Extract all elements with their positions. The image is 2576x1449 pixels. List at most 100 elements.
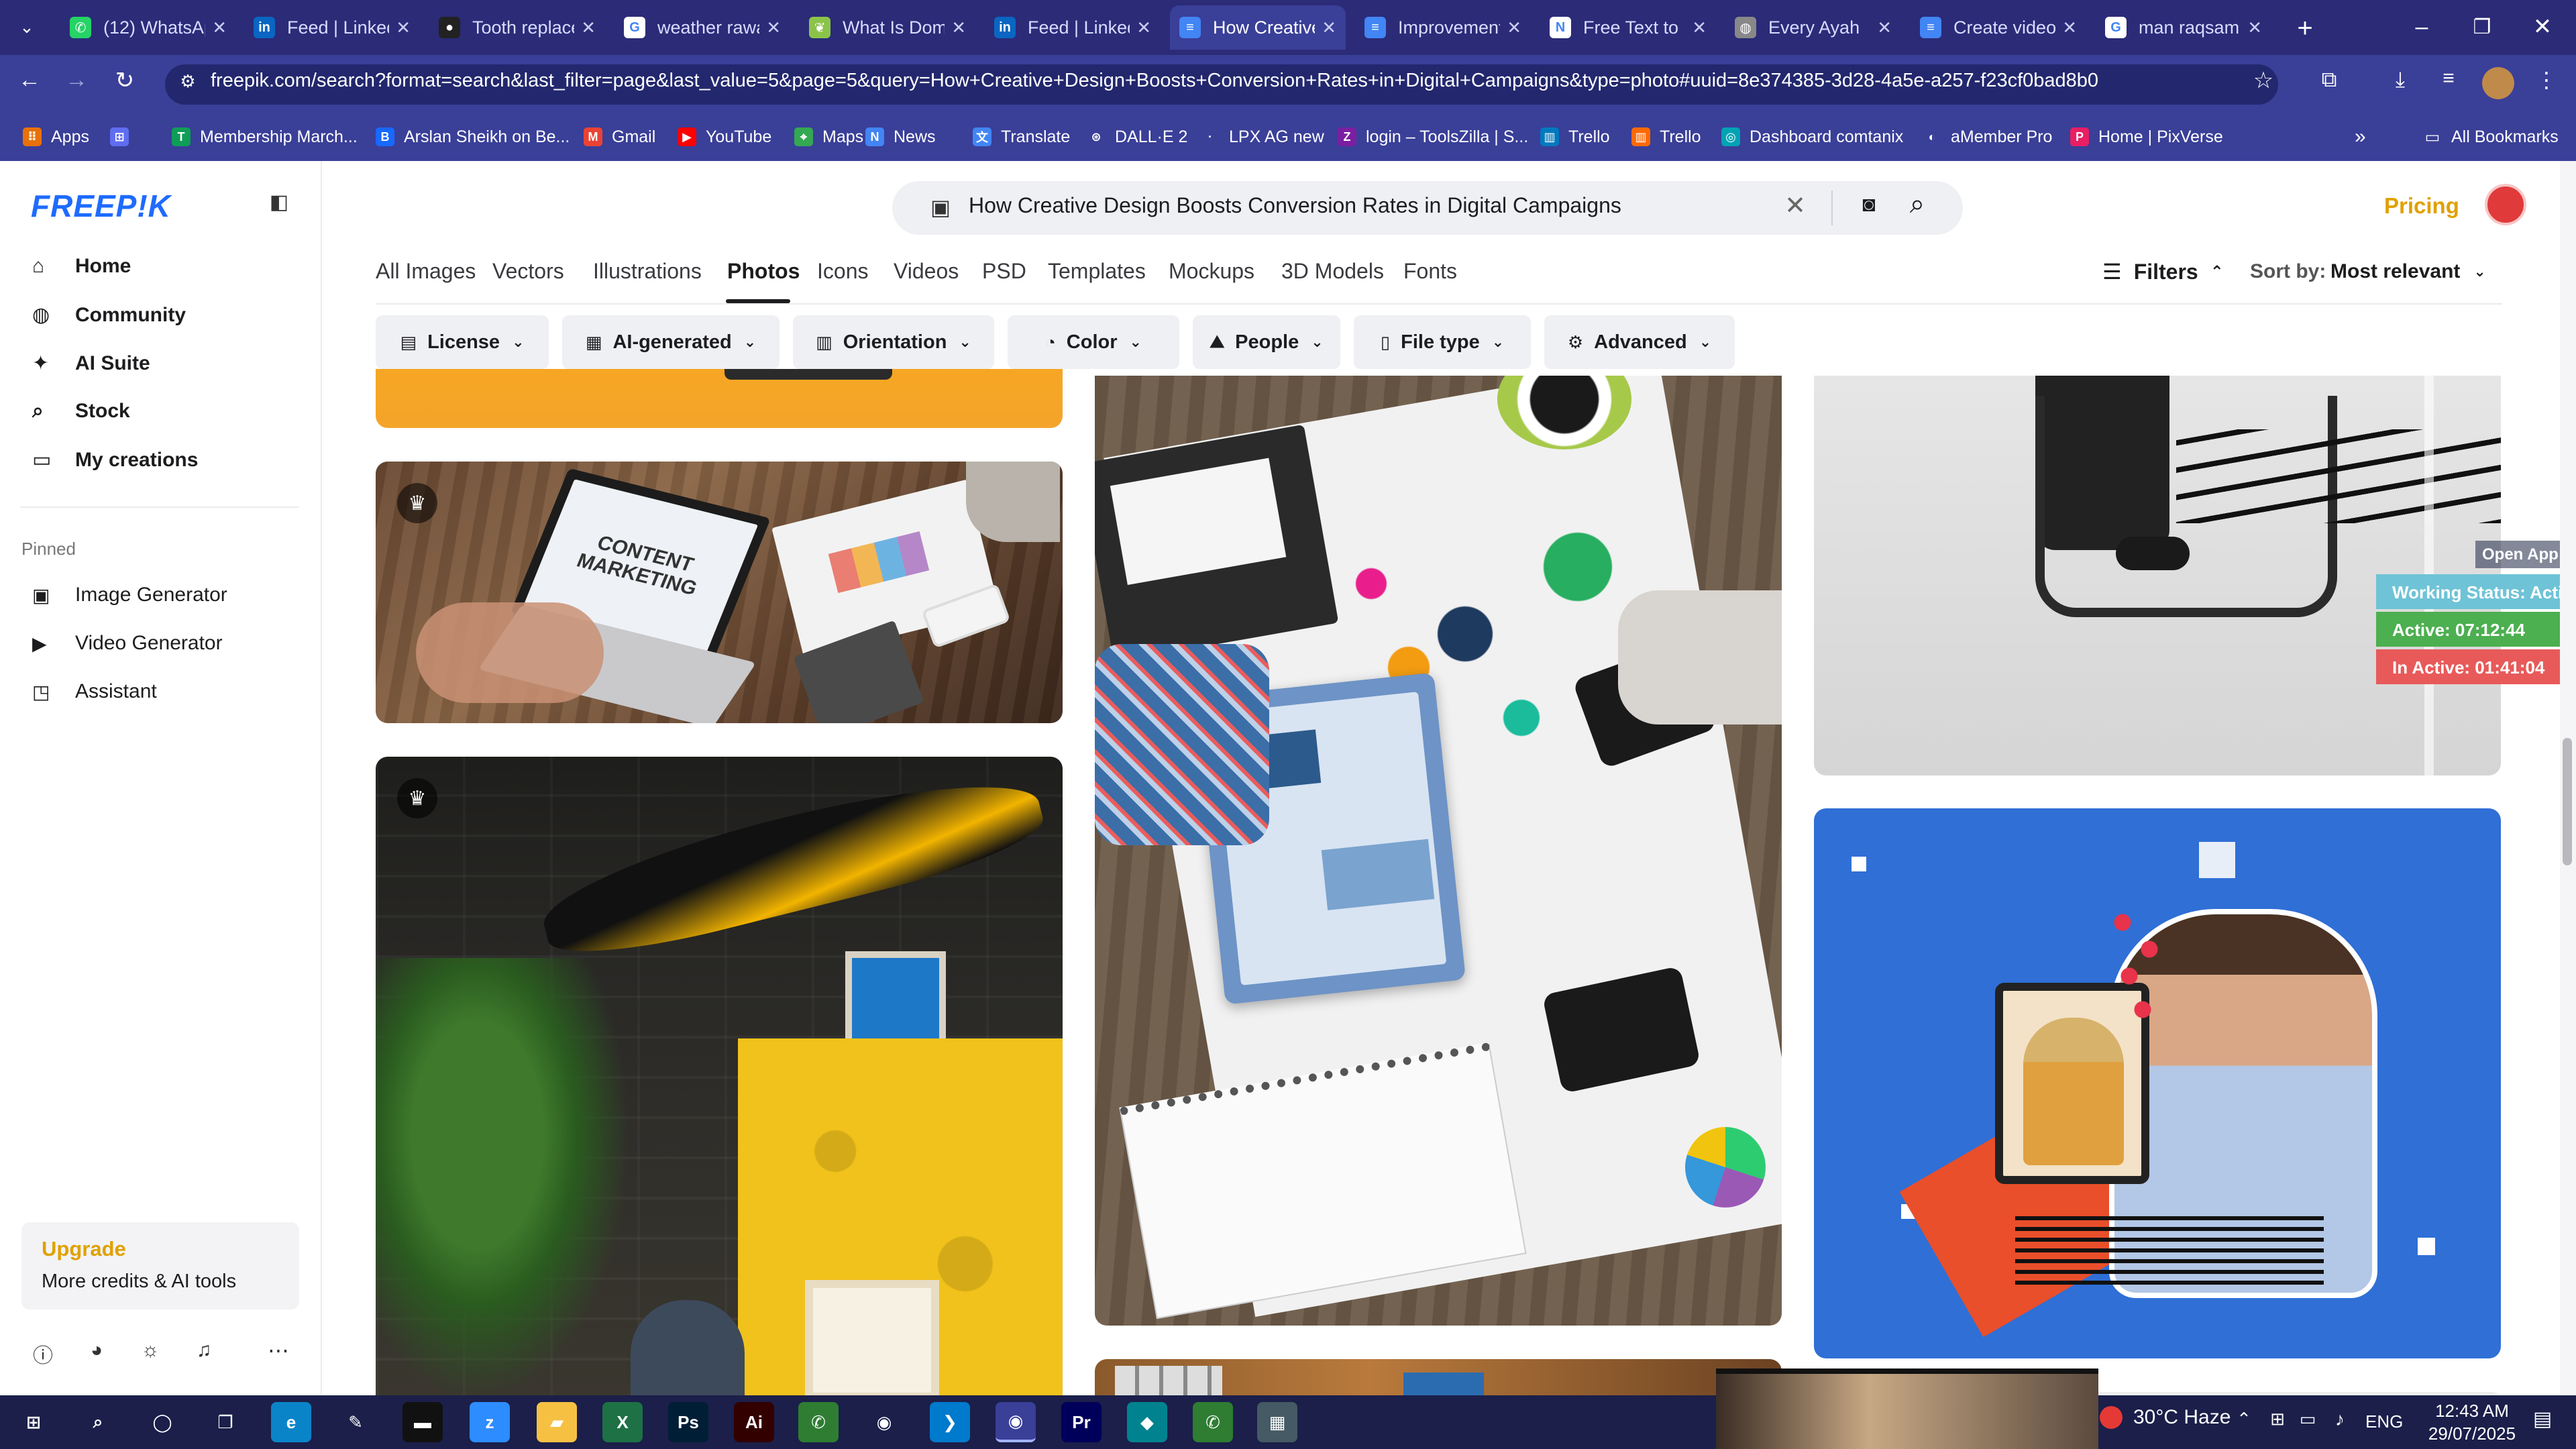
all-bookmarks-button[interactable]: ▭ All Bookmarks — [2423, 121, 2559, 153]
profile-avatar[interactable] — [2482, 67, 2514, 99]
bookmarks-overflow-icon[interactable]: » — [2355, 121, 2366, 153]
back-icon[interactable]: ← — [15, 67, 44, 93]
more-options-icon[interactable]: ⋯ — [263, 1338, 294, 1363]
zoom-icon[interactable]: z — [470, 1402, 510, 1442]
filter-orientation[interactable]: ▥ Orientation ⌄ — [793, 315, 994, 369]
bookmark-item[interactable]: ⌖ Maps — [794, 121, 863, 153]
bookmark-item[interactable]: T Membership March... — [172, 121, 358, 153]
edge-icon[interactable]: e — [271, 1402, 311, 1442]
discord-icon[interactable]: ◕ — [83, 1339, 110, 1362]
filter-license[interactable]: ▤ License ⌄ — [376, 315, 549, 369]
filter-ai-generated[interactable]: ▦ AI-generated ⌄ — [562, 315, 780, 369]
taskbar-media-thumbnail[interactable] — [1716, 1368, 2098, 1449]
bookmark-item[interactable]: ▶ YouTube — [678, 121, 771, 153]
image-card-content-marketing[interactable]: CONTENT MARKETING ♛ — [376, 462, 1063, 723]
language-indicator[interactable]: ENG — [2365, 1411, 2403, 1432]
network-icon[interactable]: ▭ — [2294, 1409, 2321, 1430]
browser-tab[interactable]: ● Tooth replacement ✕ — [429, 5, 605, 50]
sort-select[interactable]: Most relevant ⌄ — [2330, 260, 2486, 283]
bookmark-item[interactable]: · LPX AG new — [1201, 121, 1324, 153]
bookmark-item[interactable]: N News — [865, 121, 936, 153]
pinned-item-video-generator[interactable]: ▶ Video Generator — [32, 632, 223, 655]
type-tab-icons[interactable]: Icons — [817, 259, 868, 284]
image-card-blue-collage[interactable] — [1814, 808, 2501, 1358]
close-tab-icon[interactable]: ✕ — [951, 17, 966, 38]
sidebar-item-ai-suite[interactable]: ✦ AI Suite — [32, 352, 150, 375]
image-card-yellow-cabinet[interactable]: ♛ — [376, 757, 1063, 1401]
type-tab-mockups[interactable]: Mockups — [1169, 259, 1254, 284]
freepik-logo[interactable]: FREEP!K — [31, 188, 171, 224]
sidebar-item-stock[interactable]: ⌕ Stock — [32, 400, 130, 423]
illustrator-icon[interactable]: Ai — [734, 1402, 774, 1442]
bookmark-item[interactable]: B Arslan Sheikh on Be... — [376, 121, 570, 153]
filter-file-type[interactable]: ▯ File type ⌄ — [1354, 315, 1531, 369]
close-tab-icon[interactable]: ✕ — [1136, 17, 1151, 38]
bookmark-item[interactable]: ⊞ — [110, 121, 138, 153]
close-tab-icon[interactable]: ✕ — [1877, 17, 1892, 38]
premiere-icon[interactable]: Pr — [1061, 1402, 1102, 1442]
browser-tab[interactable]: ✆ (12) WhatsApp ✕ — [60, 5, 236, 50]
close-tab-icon[interactable]: ✕ — [2247, 17, 2262, 38]
close-tab-icon[interactable]: ✕ — [1507, 17, 1521, 38]
new-tab-button[interactable]: + — [2286, 9, 2324, 47]
image-card-calculator[interactable] — [1095, 1359, 1782, 1401]
diamond-app-icon[interactable]: ◆ — [1127, 1402, 1167, 1442]
site-info-icon[interactable]: ⚙ — [176, 71, 200, 92]
bookmark-item[interactable]: ▥ Trello — [1540, 121, 1610, 153]
bookmark-item[interactable]: P Home | PixVerse — [2070, 121, 2223, 153]
excel-icon[interactable]: X — [602, 1402, 643, 1442]
chrome-icon[interactable]: ◉ — [864, 1402, 904, 1442]
type-tab-3d-models[interactable]: 3D Models — [1281, 259, 1384, 284]
pinned-item-image-generator[interactable]: ▣ Image Generator — [32, 584, 227, 606]
start-icon[interactable]: ⊞ — [13, 1402, 54, 1442]
notification-bell-icon[interactable]: ♫ — [191, 1339, 217, 1362]
browser-tab[interactable]: N Free Text to ✕ — [1540, 5, 1716, 50]
page-scrollbar-thumb[interactable] — [2563, 738, 2572, 865]
bookmark-item[interactable]: ▥ Trello — [1631, 121, 1701, 153]
whatsapp-icon[interactable]: ✆ — [1193, 1402, 1233, 1442]
media-control-icon[interactable]: ≡ — [2434, 67, 2463, 90]
search-icon[interactable]: ⌕ — [78, 1402, 118, 1442]
type-tab-photos[interactable]: Photos — [727, 259, 800, 284]
close-tab-icon[interactable]: ✕ — [1692, 17, 1707, 38]
bookmark-item[interactable]: 文 Translate — [973, 121, 1070, 153]
calculator-icon[interactable]: ▦ — [1257, 1402, 1297, 1442]
volume-icon[interactable]: ♪ — [2326, 1409, 2353, 1430]
image-card-marketing-sketch[interactable] — [1095, 376, 1782, 1326]
browser-tab[interactable]: ≡ Improvement ✕ — [1355, 5, 1531, 50]
browser-menu-icon[interactable]: ⋮ — [2533, 67, 2560, 93]
camera-search-icon[interactable]: ◙ — [1854, 192, 1884, 217]
filters-toggle[interactable]: ☰ Filters ⌃ — [2102, 259, 2224, 284]
vscode-icon[interactable]: ❯ — [930, 1402, 970, 1442]
sidebar-item-my-creations[interactable]: ▭ My creations — [32, 448, 198, 472]
user-avatar[interactable] — [2485, 184, 2526, 225]
browser-tab[interactable]: in Feed | LinkedIn ✕ — [985, 5, 1161, 50]
browser-tab[interactable]: in Feed | LinkedIn ✕ — [244, 5, 420, 50]
filter-advanced[interactable]: ⚙ Advanced ⌄ — [1544, 315, 1735, 369]
download-icon[interactable]: ⤓ — [2385, 67, 2415, 93]
bookmark-item[interactable]: ◐ aMember Pro — [1923, 121, 2052, 153]
browser-tab[interactable]: ❦ What Is Domain ✕ — [800, 5, 975, 50]
collapse-sidebar-icon[interactable]: ◧ — [266, 191, 292, 214]
notification-center-icon[interactable]: ▤ — [2529, 1407, 2556, 1431]
close-tab-icon[interactable]: ✕ — [1322, 17, 1336, 38]
type-tab-fonts[interactable]: Fonts — [1403, 259, 1457, 284]
bookmark-star-icon[interactable]: ☆ — [2249, 67, 2278, 94]
security-tray-icon[interactable]: ⊞ — [2266, 1409, 2289, 1430]
close-tab-icon[interactable]: ✕ — [396, 17, 411, 38]
type-tab-vectors[interactable]: Vectors — [492, 259, 564, 284]
close-window-button[interactable]: ✕ — [2519, 7, 2566, 47]
browser-tab[interactable]: ≡ How Creative ✕ — [1170, 5, 1346, 50]
filter-color[interactable]: ◔ Color ⌄ — [1008, 315, 1179, 369]
terminal-icon[interactable]: ▬ — [402, 1402, 443, 1442]
bookmark-item[interactable]: ◎ Dashboard comtanix — [1721, 121, 1903, 153]
filter-people[interactable]: ⛰ People ⌄ — [1193, 315, 1340, 369]
file-explorer-icon[interactable]: ▰ — [537, 1402, 577, 1442]
tab-search-button[interactable]: ⌄ — [12, 12, 42, 42]
bookmark-item[interactable]: Zlogin – ToolsZilla | S... — [1338, 121, 1528, 153]
type-tab-illustrations[interactable]: Illustrations — [593, 259, 702, 284]
image-card-orange[interactable] — [376, 369, 1063, 428]
extensions-icon[interactable]: ⧉ — [2314, 67, 2344, 93]
help-icon[interactable]: ⓘ — [30, 1339, 56, 1368]
pricing-link[interactable]: Pricing — [2384, 193, 2459, 219]
